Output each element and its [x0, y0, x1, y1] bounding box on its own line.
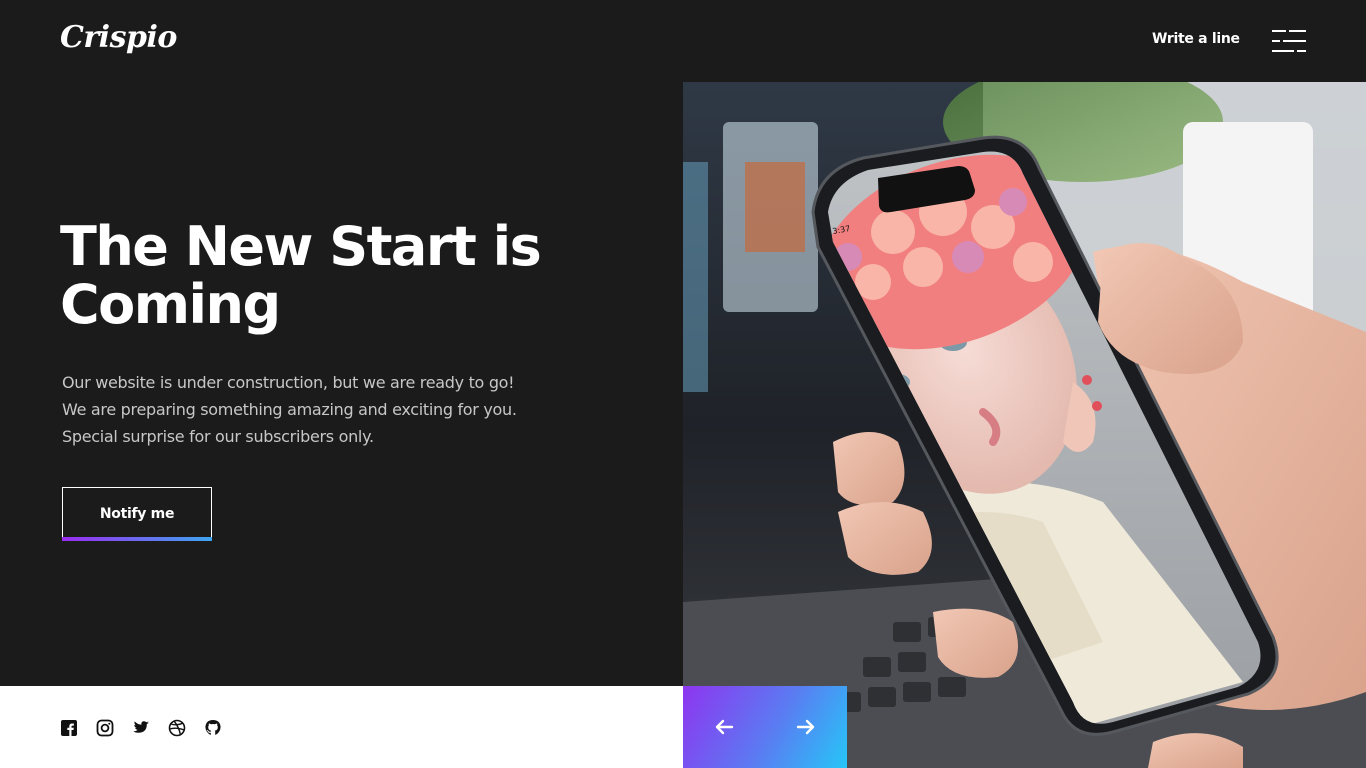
- description-line: We are preparing something amazing and e…: [62, 400, 517, 419]
- hero-photo-phone-in-hand: 3:37: [683, 82, 1366, 768]
- previous-slide-button[interactable]: [683, 686, 765, 768]
- hero-description: Our website is under construction, but w…: [62, 369, 622, 450]
- github-icon[interactable]: [204, 719, 222, 737]
- dribbble-icon[interactable]: [168, 719, 186, 737]
- footer-strip: [0, 686, 683, 768]
- site-header: Crispio Write a line: [0, 0, 1366, 82]
- description-line: Special surprise for our subscribers onl…: [62, 427, 374, 446]
- arrow-left-icon: [715, 719, 734, 735]
- hero-headline: The New Start is Coming: [60, 215, 542, 336]
- social-links: [60, 719, 222, 737]
- write-a-line-link[interactable]: Write a line: [1152, 31, 1240, 47]
- instagram-icon[interactable]: [96, 719, 114, 737]
- twitter-icon[interactable]: [132, 719, 150, 737]
- slider-navigation: [683, 686, 847, 768]
- logo[interactable]: Crispio: [60, 20, 177, 55]
- next-slide-button[interactable]: [765, 686, 847, 768]
- hamburger-menu-icon[interactable]: [1272, 30, 1306, 52]
- arrow-right-icon: [796, 719, 815, 735]
- description-line: Our website is under construction, but w…: [62, 373, 515, 392]
- facebook-icon[interactable]: [60, 719, 78, 737]
- notify-me-button[interactable]: Notify me: [62, 487, 212, 541]
